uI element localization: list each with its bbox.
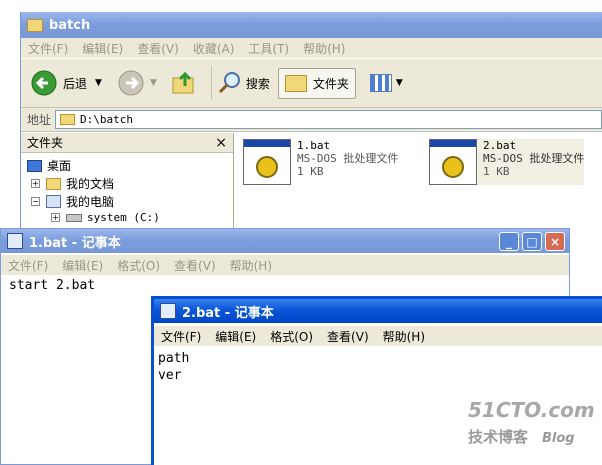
- explorer-title: batch: [49, 17, 91, 33]
- tree-item-system-drive[interactable]: + system (C:): [51, 211, 160, 224]
- tree-label-mycomputer: 我的电脑: [66, 195, 115, 209]
- explorer-menubar: 文件(F) 编辑(E) 查看(V) 收藏(A) 工具(T) 帮助(H): [21, 38, 602, 58]
- chevron-down-icon[interactable]: ▼: [95, 78, 102, 88]
- address-input[interactable]: D:\batch: [55, 110, 602, 129]
- chevron-down-icon[interactable]: ▼: [150, 78, 157, 88]
- back-label: 后退: [63, 76, 88, 91]
- menu-help[interactable]: 帮助(H): [376, 328, 432, 345]
- notepad1-menubar: 文件(F) 编辑(E) 格式(O) 查看(V) 帮助(H): [1, 255, 569, 275]
- file-type: MS-DOS 批处理文件: [483, 152, 585, 165]
- batch-file-icon: [243, 139, 291, 185]
- computer-icon: [46, 195, 61, 208]
- file-name: 1.bat: [297, 139, 331, 152]
- back-arrow-icon: [31, 70, 57, 96]
- menu-file[interactable]: 文件(F): [1, 257, 55, 274]
- search-label: 搜索: [245, 76, 270, 91]
- file-size: 1 KB: [483, 165, 510, 178]
- maximize-button[interactable]: □: [522, 232, 542, 251]
- menu-edit[interactable]: 编辑(E): [55, 257, 110, 274]
- menu-format[interactable]: 格式(O): [263, 328, 320, 345]
- tree-label-documents: 我的文档: [66, 177, 115, 191]
- forward-button[interactable]: ▼: [118, 70, 157, 96]
- address-value: D:\batch: [80, 113, 133, 126]
- search-icon: [218, 72, 240, 94]
- folders-button[interactable]: 文件夹: [277, 67, 356, 99]
- menu-edit[interactable]: 编辑(E): [75, 40, 130, 57]
- folder-icon: [284, 74, 307, 92]
- desktop-icon: [27, 159, 42, 172]
- minimize-button[interactable]: _: [499, 232, 519, 251]
- file-type: MS-DOS 批处理文件: [297, 152, 399, 165]
- file-size: 1 KB: [297, 165, 324, 178]
- documents-folder-icon: [46, 177, 61, 190]
- file-name: 2.bat: [483, 139, 517, 152]
- batch-file-icon: [429, 139, 477, 185]
- menu-help[interactable]: 帮助(H): [296, 40, 352, 57]
- notepad1-title: 1.bat - 记事本: [29, 235, 121, 251]
- expand-icon[interactable]: +: [31, 179, 40, 188]
- text-line: ver: [158, 368, 182, 383]
- folder-icon: [27, 18, 43, 32]
- tree-item-mycomputer[interactable]: − 我的电脑: [31, 193, 114, 210]
- watermark-sub: 技术博客: [468, 428, 529, 446]
- tree-item-desktop[interactable]: 桌面: [27, 157, 71, 174]
- chevron-down-icon[interactable]: ▼: [396, 78, 403, 88]
- notepad-icon: [7, 233, 23, 249]
- menu-edit[interactable]: 编辑(E): [208, 328, 263, 345]
- forward-arrow-icon: [118, 70, 144, 96]
- up-folder-icon[interactable]: [171, 70, 197, 96]
- notepad2-title: 2.bat - 记事本: [182, 305, 274, 321]
- close-button[interactable]: ×: [545, 232, 565, 251]
- views-button[interactable]: ▼: [369, 74, 403, 92]
- folder-pane-title: 文件夹: [27, 136, 64, 150]
- menu-help[interactable]: 帮助(H): [223, 257, 279, 274]
- back-button[interactable]: 后退 ▼: [31, 70, 102, 96]
- file-item-2bat[interactable]: 2.bat MS-DOS 批处理文件 1 KB: [429, 139, 585, 185]
- drive-icon: [66, 213, 82, 222]
- menu-view[interactable]: 查看(V): [130, 40, 186, 57]
- menu-tools[interactable]: 工具(T): [241, 40, 296, 57]
- watermark-brand: 51CTO.com: [468, 398, 595, 422]
- text-line: start 2.bat: [9, 278, 96, 293]
- notepad2-titlebar[interactable]: 2.bat - 记事本: [154, 299, 602, 323]
- menu-view[interactable]: 查看(V): [167, 257, 223, 274]
- file-item-1bat[interactable]: 1.bat MS-DOS 批处理文件 1 KB: [243, 139, 398, 185]
- notepad2-menubar: 文件(F) 编辑(E) 格式(O) 查看(V) 帮助(H): [154, 326, 602, 346]
- close-icon[interactable]: ×: [215, 135, 227, 151]
- watermark-blog: Blog: [542, 431, 575, 446]
- menu-format[interactable]: 格式(O): [110, 257, 167, 274]
- address-label: 地址: [27, 113, 52, 127]
- watermark: 51CTO.com 技术博客 Blog: [468, 398, 598, 462]
- menu-file[interactable]: 文件(F): [154, 328, 208, 345]
- expand-icon[interactable]: +: [51, 213, 60, 222]
- text-line: path: [158, 351, 190, 366]
- collapse-icon[interactable]: −: [31, 197, 40, 206]
- menu-file[interactable]: 文件(F): [21, 40, 75, 57]
- folder-icon: [60, 114, 76, 125]
- menu-favorites[interactable]: 收藏(A): [186, 40, 242, 57]
- notepad1-titlebar[interactable]: 1.bat - 记事本: [1, 229, 569, 253]
- notepad-icon: [160, 303, 176, 319]
- search-button[interactable]: 搜索: [218, 71, 270, 95]
- views-grid-icon: [369, 74, 392, 92]
- folder-pane-header: 文件夹 ×: [21, 133, 233, 153]
- tree-item-documents[interactable]: + 我的文档: [31, 175, 114, 192]
- address-bar: 地址 D:\batch: [21, 108, 602, 132]
- tree-label-system: system (C:): [87, 211, 160, 224]
- tree-label-desktop: 桌面: [47, 159, 72, 173]
- menu-view[interactable]: 查看(V): [320, 328, 376, 345]
- folders-label: 文件夹: [312, 76, 349, 91]
- explorer-toolbar: 后退 ▼ ▼ 搜索 文件夹 ▼: [21, 58, 602, 108]
- explorer-titlebar[interactable]: batch: [21, 12, 602, 38]
